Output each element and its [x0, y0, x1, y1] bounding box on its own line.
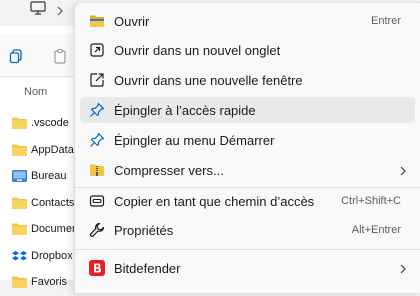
file-name: Dropbox — [31, 249, 73, 262]
menu-item-label: Bitdefender — [114, 260, 181, 276]
menu-item-open[interactable]: Ouvrir Entrer — [80, 8, 415, 34]
pin-icon — [90, 132, 105, 147]
copy-icon[interactable] — [8, 48, 24, 69]
menu-item-open-new-window[interactable]: Ouvrir dans une nouvelle fenêtre — [80, 67, 415, 93]
menu-item-label: Épingler au menu Démarrer — [114, 132, 275, 148]
file-name: .vscode — [31, 117, 69, 130]
desktop-folder-icon — [12, 170, 27, 183]
folder-icon — [12, 223, 27, 236]
explorer-window: Nom .vscode AppData Bureau Contacts Docu… — [0, 0, 87, 289]
pin-icon — [90, 102, 105, 117]
file-name: Bureau — [31, 170, 67, 183]
menu-item-shortcut: Ctrl+Shift+C — [341, 195, 401, 207]
menu-item-label: Compresser vers... — [114, 162, 224, 178]
menu-item-compress-to[interactable]: Compresser vers... — [80, 157, 415, 183]
context-menu: Ouvrir Entrer Ouvrir dans un nouvel ongl… — [74, 2, 420, 293]
column-header-name[interactable]: Nom — [24, 86, 47, 98]
file-list: .vscode AppData Bureau Contacts Document… — [0, 110, 87, 296]
menu-item-label: Propriétés — [114, 222, 174, 238]
submenu-chevron-icon — [399, 262, 407, 280]
folder-open-icon — [90, 15, 104, 27]
breadcrumb-chevron-icon[interactable] — [56, 3, 64, 21]
menu-item-properties[interactable]: Propriétés Alt+Entrer — [80, 217, 415, 243]
list-item[interactable]: Contacts — [0, 190, 78, 217]
list-item[interactable]: .vscode — [0, 110, 78, 137]
dropbox-icon — [12, 250, 27, 261]
new-window-icon — [90, 73, 104, 87]
menu-item-shortcut: Entrer — [371, 15, 401, 27]
list-item[interactable]: Bureau — [0, 163, 78, 190]
copy-path-icon — [89, 195, 105, 207]
file-name: Favoris — [31, 276, 68, 289]
menu-item-label: Ouvrir dans un nouvel onglet — [114, 42, 281, 58]
menu-item-copy-as-path[interactable]: Copier en tant que chemin d’accès Ctrl+S… — [80, 188, 415, 214]
bitdefender-icon — [89, 260, 105, 276]
menu-item-shortcut: Alt+Entrer — [351, 224, 401, 236]
folder-icon — [12, 144, 27, 156]
menu-item-open-new-tab[interactable]: Ouvrir dans un nouvel onglet — [80, 37, 415, 63]
menu-item-pin-quick-access[interactable]: Épingler à l’accès rapide — [80, 97, 415, 123]
menu-item-bitdefender[interactable]: Bitdefender — [80, 255, 415, 281]
menu-item-label: Ouvrir — [114, 13, 150, 29]
file-name: Contacts — [31, 196, 75, 209]
folder-icon — [12, 117, 27, 130]
menu-item-pin-start[interactable]: Épingler au menu Démarrer — [80, 127, 415, 153]
list-item[interactable]: Dropbox — [0, 243, 78, 270]
menu-item-label: Épingler à l’accès rapide — [114, 102, 256, 118]
submenu-chevron-icon — [399, 164, 407, 182]
menu-item-label: Copier en tant que chemin d’accès — [114, 193, 315, 209]
folder-icon — [12, 197, 27, 209]
list-item[interactable]: Favoris — [0, 269, 78, 296]
explorer-title-bar — [0, 0, 78, 26]
menu-item-label: Ouvrir dans une nouvelle fenêtre — [114, 72, 303, 88]
menu-separator — [75, 249, 420, 250]
list-item[interactable]: AppData — [0, 137, 78, 164]
new-tab-icon — [90, 43, 104, 57]
file-name: AppData — [31, 143, 74, 156]
wrench-icon — [89, 222, 105, 237]
zip-folder-icon — [90, 164, 104, 176]
folder-icon — [12, 276, 27, 289]
list-item[interactable]: Documents — [0, 216, 87, 243]
this-pc-icon[interactable] — [30, 1, 46, 20]
paste-icon[interactable] — [52, 48, 68, 69]
